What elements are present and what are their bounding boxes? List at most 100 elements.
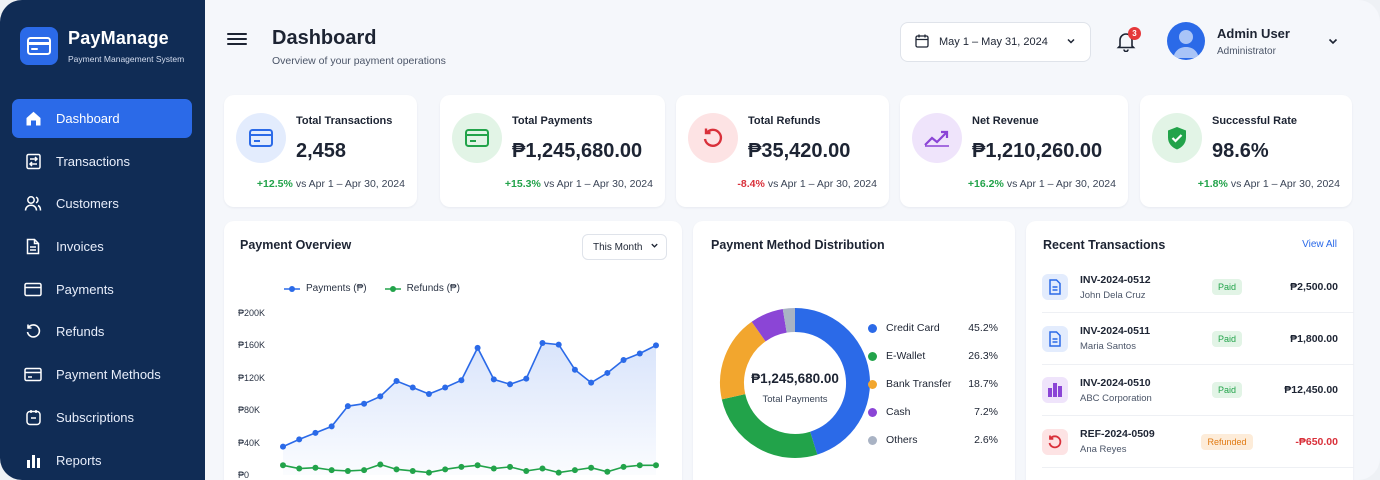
date-range-picker[interactable]: May 1 – May 31, 2024 bbox=[900, 22, 1091, 62]
sidebar-item-label: Payments bbox=[56, 281, 114, 297]
refunds-point[interactable] bbox=[328, 467, 335, 474]
payments-point[interactable] bbox=[490, 376, 497, 383]
sidebar-item-reports[interactable]: Reports bbox=[12, 441, 192, 480]
refunds-point[interactable] bbox=[474, 462, 481, 469]
legend-percent: 18.7% bbox=[968, 378, 998, 390]
donut-slice-cash[interactable] bbox=[751, 308, 788, 342]
refunds-point[interactable] bbox=[458, 463, 465, 470]
payments-point[interactable] bbox=[604, 369, 611, 376]
payments-point[interactable] bbox=[393, 378, 400, 385]
list-item[interactable]: REF-2024-0509 Ana Reyes Refunded -₱650.00 bbox=[1042, 417, 1338, 467]
payments-point[interactable] bbox=[425, 391, 432, 397]
legend-percent: 45.2% bbox=[968, 322, 998, 334]
sidebar-item-invoices[interactable]: Invoices bbox=[12, 227, 192, 266]
stat-change: -8.4% vs Apr 1 – Apr 30, 2024 bbox=[737, 178, 877, 190]
payments-point[interactable] bbox=[636, 350, 643, 357]
payments-point[interactable] bbox=[474, 344, 481, 351]
refunds-point[interactable] bbox=[620, 463, 627, 470]
sidebar-item-customers[interactable]: Customers bbox=[12, 184, 192, 223]
transaction-amount: ₱2,500.00 bbox=[1290, 281, 1338, 293]
refunds-point[interactable] bbox=[588, 464, 595, 471]
refunds-point[interactable] bbox=[636, 462, 643, 469]
view-all-link[interactable]: View All bbox=[1302, 239, 1337, 250]
legend-percent: 7.2% bbox=[974, 406, 998, 418]
payments-point[interactable] bbox=[312, 429, 319, 436]
donut-slice-bank-transfer[interactable] bbox=[720, 321, 766, 400]
bar-chart-icon bbox=[24, 451, 42, 469]
stat-change-percent: -8.4% bbox=[737, 178, 765, 190]
payments-point[interactable] bbox=[539, 339, 546, 346]
sidebar-item-subscriptions[interactable]: Subscriptions bbox=[12, 398, 192, 437]
payments-point[interactable] bbox=[442, 384, 449, 391]
status-badge: Paid bbox=[1211, 330, 1242, 347]
bell-icon bbox=[1115, 33, 1137, 56]
refunds-point[interactable] bbox=[604, 468, 611, 475]
refunds-point[interactable] bbox=[490, 465, 497, 472]
payments-point[interactable] bbox=[328, 423, 335, 430]
payments-point[interactable] bbox=[409, 384, 416, 391]
refund-icon bbox=[688, 113, 738, 163]
refunds-point[interactable] bbox=[539, 465, 546, 472]
refunds-point[interactable] bbox=[296, 465, 303, 472]
legend-item-bank-transfer: Bank Transfer 18.7% bbox=[868, 378, 998, 390]
stat-label: Total Refunds bbox=[748, 115, 821, 127]
card-icon bbox=[236, 113, 286, 163]
building-icon bbox=[1042, 377, 1068, 403]
refunds-point[interactable] bbox=[393, 466, 400, 473]
stat-change-percent: +12.5% bbox=[256, 178, 293, 190]
refunds-point[interactable] bbox=[523, 467, 530, 474]
refunds-point[interactable] bbox=[571, 467, 578, 474]
donut-slice-others[interactable] bbox=[782, 308, 796, 333]
avatar[interactable] bbox=[1167, 22, 1205, 60]
payments-point[interactable] bbox=[296, 436, 303, 443]
refunds-point[interactable] bbox=[344, 467, 351, 474]
card-icon bbox=[24, 280, 42, 298]
sidebar-item-dashboard[interactable]: Dashboard bbox=[12, 99, 192, 138]
refunds-point[interactable] bbox=[280, 462, 286, 469]
payments-point[interactable] bbox=[361, 400, 368, 407]
refunds-point[interactable] bbox=[555, 469, 562, 476]
sidebar-item-label: Payment Methods bbox=[56, 367, 161, 383]
stat-change: +1.8% vs Apr 1 – Apr 30, 2024 bbox=[1198, 178, 1340, 190]
refunds-point[interactable] bbox=[312, 464, 319, 471]
sidebar-item-label: Invoices bbox=[56, 239, 104, 255]
refunds-point[interactable] bbox=[653, 462, 659, 469]
notifications-button[interactable]: 3 bbox=[1115, 27, 1141, 56]
refunds-point[interactable] bbox=[409, 467, 416, 474]
transaction-amount: -₱650.00 bbox=[1295, 435, 1338, 448]
page-subtitle: Overview of your payment operations bbox=[272, 55, 446, 67]
payments-point[interactable] bbox=[653, 342, 659, 349]
invoice-icon bbox=[1042, 325, 1068, 352]
stat-label: Successful Rate bbox=[1212, 115, 1297, 127]
list-item[interactable]: INV-2024-0511 Maria Santos Paid ₱1,800.00 bbox=[1042, 314, 1338, 364]
payments-point[interactable] bbox=[588, 379, 595, 386]
sidebar-item-label: Dashboard bbox=[56, 111, 120, 126]
list-item[interactable]: INV-2024-0510 ABC Corporation Paid ₱12,45… bbox=[1042, 365, 1338, 415]
refunds-point[interactable] bbox=[361, 467, 368, 474]
transactions-icon bbox=[24, 152, 42, 170]
sidebar-item-payment-methods[interactable]: Payment Methods bbox=[12, 355, 192, 394]
payments-point[interactable] bbox=[377, 393, 384, 400]
payments-point[interactable] bbox=[620, 356, 627, 363]
payments-point[interactable] bbox=[507, 381, 514, 388]
refunds-point[interactable] bbox=[442, 466, 449, 473]
sidebar-item-refunds[interactable]: Refunds bbox=[12, 312, 192, 351]
payments-point[interactable] bbox=[344, 403, 351, 410]
page-title: Dashboard bbox=[272, 27, 377, 49]
sidebar-item-payments[interactable]: Payments bbox=[12, 270, 192, 309]
payments-point[interactable] bbox=[523, 375, 530, 382]
list-item[interactable]: INV-2024-0512 John Dela Cruz Paid ₱2,500.… bbox=[1042, 262, 1338, 312]
stat-change-period: vs Apr 1 – Apr 30, 2024 bbox=[1006, 178, 1116, 190]
refunds-point[interactable] bbox=[377, 461, 384, 468]
sidebar-item-transactions[interactable]: Transactions bbox=[12, 142, 192, 181]
user-menu-chevron-icon[interactable] bbox=[1327, 34, 1339, 46]
hamburger-menu-icon[interactable] bbox=[227, 30, 247, 48]
refunds-point[interactable] bbox=[425, 469, 432, 476]
refunds-point[interactable] bbox=[507, 463, 514, 470]
payments-point[interactable] bbox=[555, 341, 562, 348]
payments-point[interactable] bbox=[458, 377, 465, 384]
payments-point[interactable] bbox=[571, 366, 578, 373]
payments-point[interactable] bbox=[280, 443, 286, 450]
transaction-id: INV-2024-0511 bbox=[1080, 325, 1151, 337]
sidebar-item-label: Reports bbox=[56, 452, 102, 468]
